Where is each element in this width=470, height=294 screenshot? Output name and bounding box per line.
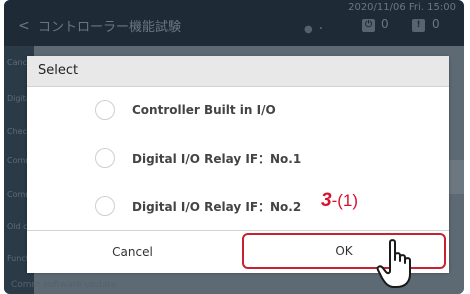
option-controller-builtin-io[interactable]: Controller Built in I/O bbox=[95, 98, 276, 122]
power-count: 0 bbox=[381, 17, 389, 31]
back-button[interactable]: < bbox=[18, 18, 30, 34]
option-digital-io-relay-1[interactable]: Digital I/O Relay IF：No.1 bbox=[95, 146, 301, 170]
top-bar: < コントローラー機能試験 2020/11/06 Fri. 15:00 ● ・ … bbox=[4, 0, 464, 46]
dialog-header: Select bbox=[27, 56, 449, 87]
sidebar-item-function[interactable]: Funct bbox=[7, 254, 29, 263]
dialog-title: Select bbox=[38, 63, 79, 78]
option-label: Digital I/O Relay IF：No.1 bbox=[132, 151, 302, 166]
screen: < コントローラー機能試験 2020/11/06 Fri. 15:00 ● ・ … bbox=[4, 0, 464, 294]
sidebar-item-old[interactable]: Old c bbox=[7, 222, 28, 231]
warning-icon: ! bbox=[412, 19, 425, 32]
option-label: Controller Built in I/O bbox=[132, 103, 276, 117]
warning-count: 0 bbox=[432, 17, 440, 31]
page-title: コントローラー機能試験 bbox=[38, 20, 182, 35]
power-icon: ⏻ bbox=[362, 19, 375, 32]
hand-pointer-icon bbox=[376, 239, 411, 288]
sidebar-item-comm-software-update[interactable]: Comm software update bbox=[11, 280, 116, 290]
step-suffix: -(1) bbox=[331, 191, 359, 210]
radio-button[interactable] bbox=[95, 196, 115, 216]
option-digital-io-relay-2[interactable]: Digital I/O Relay IF：No.2 bbox=[95, 194, 301, 218]
step-number: 3 bbox=[321, 190, 332, 211]
indicator-dots: ● ・ bbox=[304, 24, 326, 35]
radio-button[interactable] bbox=[95, 100, 115, 120]
datetime-display: 2020/11/06 Fri. 15:00 bbox=[348, 2, 456, 13]
cancel-button[interactable]: Cancel bbox=[27, 231, 238, 273]
radio-button[interactable] bbox=[95, 148, 115, 168]
step-annotation: 3-(1) bbox=[321, 190, 358, 212]
option-label: Digital I/O Relay IF：No.2 bbox=[132, 199, 302, 214]
